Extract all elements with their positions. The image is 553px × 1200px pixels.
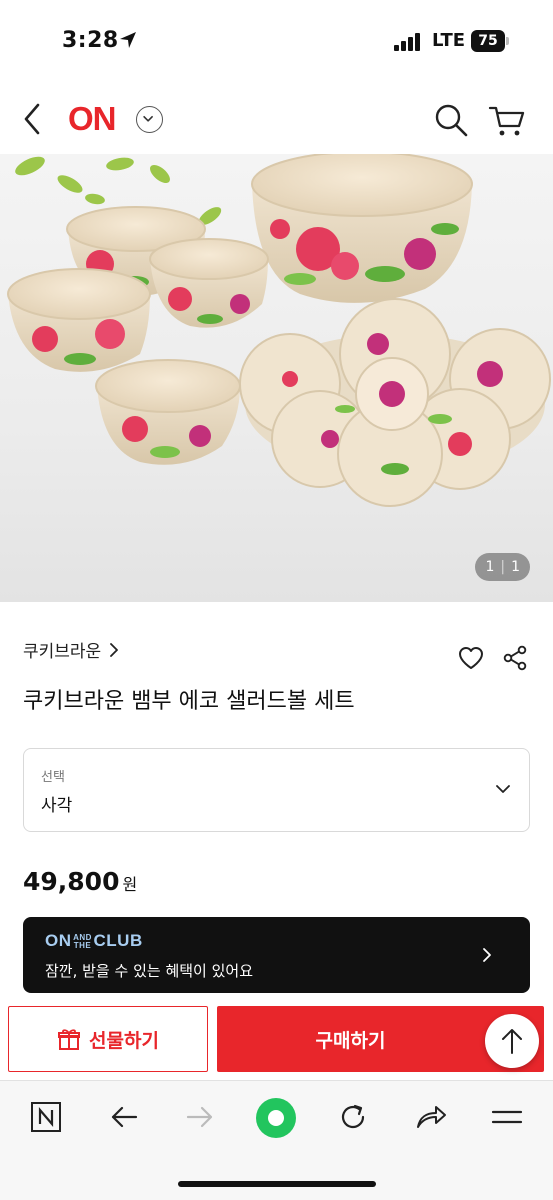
location-arrow-icon xyxy=(120,32,136,48)
browser-back-icon[interactable] xyxy=(108,1101,140,1133)
battery-icon: 75 xyxy=(471,30,509,52)
product-title: 쿠키브라운 뱀부 에코 샐러드볼 세트 xyxy=(23,689,355,714)
image-counter-total: 1 xyxy=(511,559,520,575)
chevron-right-icon xyxy=(110,642,119,657)
heart-icon[interactable] xyxy=(458,646,484,670)
gift-button[interactable]: 선물하기 xyxy=(8,1006,208,1072)
image-counter: 1 | 1 xyxy=(475,553,530,581)
gift-icon xyxy=(58,1029,81,1050)
scroll-to-top-button[interactable] xyxy=(485,1014,539,1068)
network-type: LTE xyxy=(432,30,466,51)
logo-dropdown-button[interactable] xyxy=(136,106,163,133)
chevron-down-icon xyxy=(496,785,510,793)
share-icon[interactable] xyxy=(503,645,527,671)
option-select-value: 사각 xyxy=(41,796,73,816)
menu-icon[interactable] xyxy=(491,1101,523,1133)
small-bowl-2 xyxy=(149,238,269,328)
option-select-label: 선택 xyxy=(41,770,65,785)
purchase-action-bar: 선물하기 구매하기 xyxy=(0,1000,553,1080)
browser-forward-icon[interactable] xyxy=(184,1101,216,1133)
image-counter-current: 1 xyxy=(485,559,495,575)
naver-n-icon[interactable] xyxy=(30,1101,62,1133)
on-logo[interactable]: ON xyxy=(68,100,116,138)
buy-button-label: 구매하기 xyxy=(315,1029,386,1052)
signal-icon xyxy=(394,33,420,51)
product-image[interactable]: 1 | 1 xyxy=(0,154,553,602)
status-time: 3:28 xyxy=(62,28,119,53)
reload-icon[interactable] xyxy=(337,1101,369,1133)
app-header: ON xyxy=(0,84,553,154)
small-bowl-4 xyxy=(95,359,241,465)
chevron-down-icon xyxy=(143,115,153,122)
cart-icon[interactable] xyxy=(488,102,526,138)
brand-name: 쿠키브라운 xyxy=(23,642,102,662)
search-icon[interactable] xyxy=(433,102,469,138)
product-price: 49,800 원 xyxy=(23,867,137,896)
salad-bowl-set-photo xyxy=(7,154,551,507)
on-club-logo: ON AND THE CLUB xyxy=(45,931,143,950)
home-indicator xyxy=(178,1181,376,1187)
back-icon[interactable] xyxy=(18,101,48,137)
green-dot-icon[interactable] xyxy=(255,1097,297,1139)
large-bowl xyxy=(251,154,473,303)
club-banner-text: 잠깐, 받을 수 있는 혜택이 있어요 xyxy=(45,962,254,980)
small-bowl-3 xyxy=(7,268,151,372)
flower-tray xyxy=(239,298,551,507)
arrow-up-icon xyxy=(502,1029,522,1054)
gift-button-label: 선물하기 xyxy=(89,1029,159,1052)
price-value: 49,800 xyxy=(23,867,120,896)
option-select[interactable]: 선택 사각 xyxy=(23,748,530,832)
chevron-right-icon xyxy=(483,948,491,962)
battery-level: 75 xyxy=(471,30,505,52)
brand-link[interactable]: 쿠키브라운 xyxy=(23,637,119,662)
browser-share-icon[interactable] xyxy=(414,1101,448,1133)
on-club-banner[interactable]: ON AND THE CLUB 잠깐, 받을 수 있는 혜택이 있어요 xyxy=(23,917,530,993)
price-currency: 원 xyxy=(122,875,138,894)
status-bar: 3:28 LTE 75 xyxy=(0,0,553,84)
